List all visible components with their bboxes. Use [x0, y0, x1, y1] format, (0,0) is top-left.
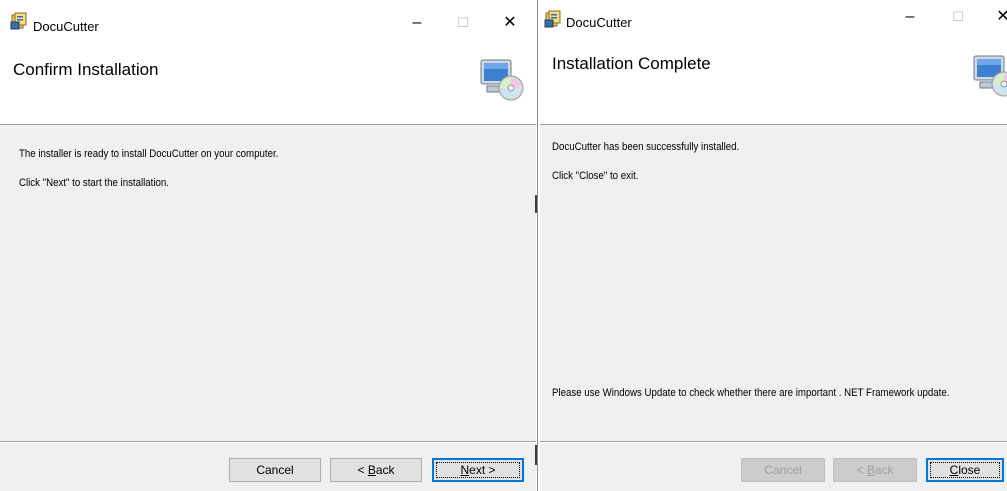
focus-rectangle [436, 462, 520, 478]
installation-complete-window: DocuCutter – ☐ ✕ Installation Complete D… [540, 0, 1007, 491]
maximize-button[interactable]: ☐ [449, 11, 477, 35]
ready-message: The installer is ready to install DocuCu… [19, 148, 279, 160]
back-accelerator: B [866, 463, 875, 477]
cancel-label: Cancel [764, 463, 802, 477]
close-window-button[interactable]: ✕ [989, 5, 1007, 29]
page-title: Confirm Installation [13, 60, 159, 79]
back-prefix: < [856, 463, 867, 477]
focus-rectangle [930, 462, 1000, 478]
window-title: DocuCutter [566, 15, 632, 30]
confirm-installation-window: DocuCutter – ☐ ✕ Confirm Installation Th… [0, 0, 536, 491]
back-accelerator: B [367, 463, 376, 477]
back-button[interactable]: < Back [330, 458, 422, 482]
installer-app-icon [544, 10, 562, 28]
back-label: ack [874, 463, 894, 477]
instruction-message: Click "Close" to exit. [552, 170, 639, 182]
minimize-button[interactable]: – [403, 11, 431, 35]
close-button[interactable]: Close [926, 458, 1004, 482]
next-button[interactable]: Next > [432, 458, 524, 482]
cancel-button[interactable]: Cancel [741, 458, 825, 482]
footer-divider [0, 441, 536, 443]
footer-divider [540, 441, 1007, 443]
page-title: Installation Complete [552, 54, 711, 73]
title-bar[interactable]: DocuCutter – ☐ ✕ [540, 0, 1007, 36]
computer-disc-icon [477, 54, 525, 102]
close-window-button[interactable]: ✕ [496, 11, 524, 35]
back-label: ack [375, 463, 395, 477]
title-bar[interactable]: DocuCutter – ☐ ✕ [0, 0, 536, 36]
back-button[interactable]: < Back [833, 458, 917, 482]
maximize-button[interactable]: ☐ [944, 5, 972, 29]
installer-app-icon [10, 12, 28, 30]
minimize-button[interactable]: – [896, 5, 924, 29]
cancel-button[interactable]: Cancel [229, 458, 321, 482]
instruction-message: Click "Next" to start the installation. [19, 177, 169, 189]
dialog-header: Installation Complete [540, 36, 1007, 125]
dialog-header: Confirm Installation [0, 36, 536, 125]
success-message: DocuCutter has been successfully install… [552, 141, 740, 153]
dotnet-update-note: Please use Windows Update to check wheth… [552, 387, 950, 399]
computer-disc-icon [970, 50, 1007, 98]
back-prefix: < [357, 463, 368, 477]
cancel-label: Cancel [256, 463, 294, 477]
window-title: DocuCutter [33, 19, 99, 34]
